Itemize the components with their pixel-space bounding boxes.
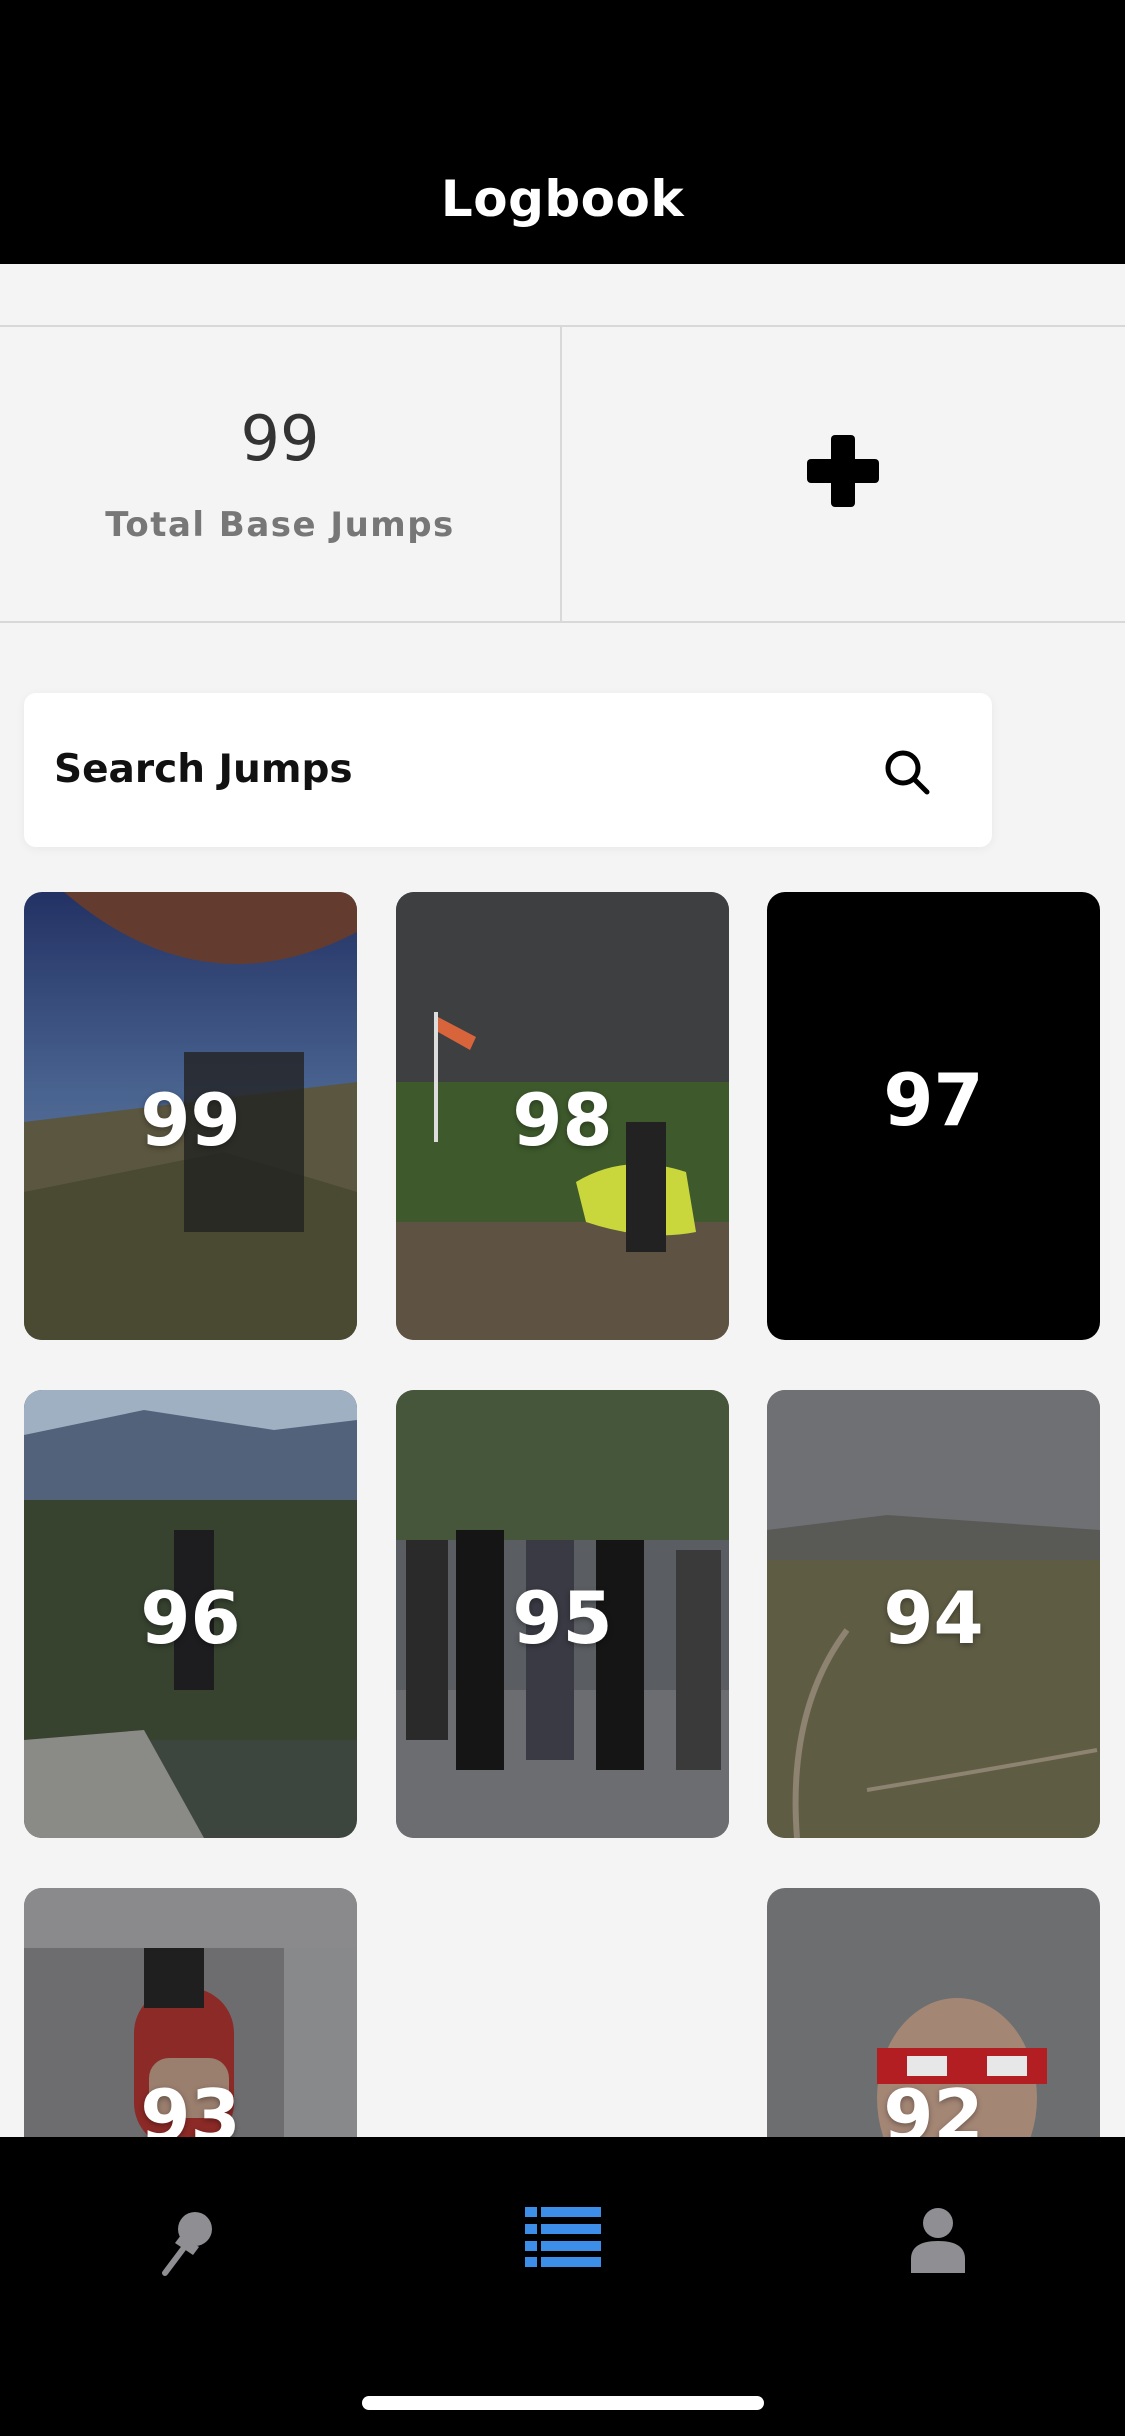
total-jumps-stat: 99 Total Base Jumps [0, 327, 560, 621]
jump-card-92[interactable]: 92 [767, 1888, 1100, 2137]
home-indicator [362, 2396, 764, 2410]
tab-map[interactable] [0, 2137, 375, 2337]
add-jump-button[interactable] [562, 327, 1125, 621]
jump-number: 94 [883, 1576, 984, 1660]
jump-number: 98 [512, 1078, 613, 1162]
jump-grid: 99 98 97 96 95 94 93 92 [0, 870, 1125, 2137]
pushpin-icon [161, 2212, 212, 2276]
search-placeholder: Search Jumps [54, 747, 353, 792]
jump-card-99[interactable]: 99 [24, 892, 357, 1340]
jump-number: 97 [883, 1058, 984, 1142]
jump-number: 99 [140, 1078, 241, 1162]
total-jumps-count: 99 [240, 402, 320, 475]
jump-number: 92 [883, 2074, 984, 2137]
jump-number: 95 [512, 1576, 613, 1660]
search-input[interactable]: Search Jumps [24, 693, 992, 847]
tab-logbook[interactable] [375, 2137, 750, 2337]
jump-number: 93 [140, 2074, 241, 2137]
jump-card-96[interactable]: 96 [24, 1390, 357, 1838]
nav-header: Logbook [0, 0, 1125, 264]
page-title: Logbook [440, 170, 685, 228]
jump-card-98[interactable]: 98 [396, 892, 729, 1340]
person-icon [910, 2208, 965, 2273]
search-icon[interactable] [882, 747, 932, 797]
tab-bar [0, 2137, 1125, 2436]
jump-card-97[interactable]: 97 [767, 892, 1100, 1340]
jump-number: 96 [140, 1576, 241, 1660]
stats-bar: 99 Total Base Jumps [0, 325, 1125, 623]
jump-card-94[interactable]: 94 [767, 1390, 1100, 1838]
list-icon [524, 2207, 601, 2267]
jump-card-93[interactable]: 93 [24, 1888, 357, 2137]
total-jumps-label: Total Base Jumps [105, 505, 455, 545]
tab-profile[interactable] [750, 2137, 1125, 2337]
jump-card-95[interactable]: 95 [396, 1390, 729, 1838]
